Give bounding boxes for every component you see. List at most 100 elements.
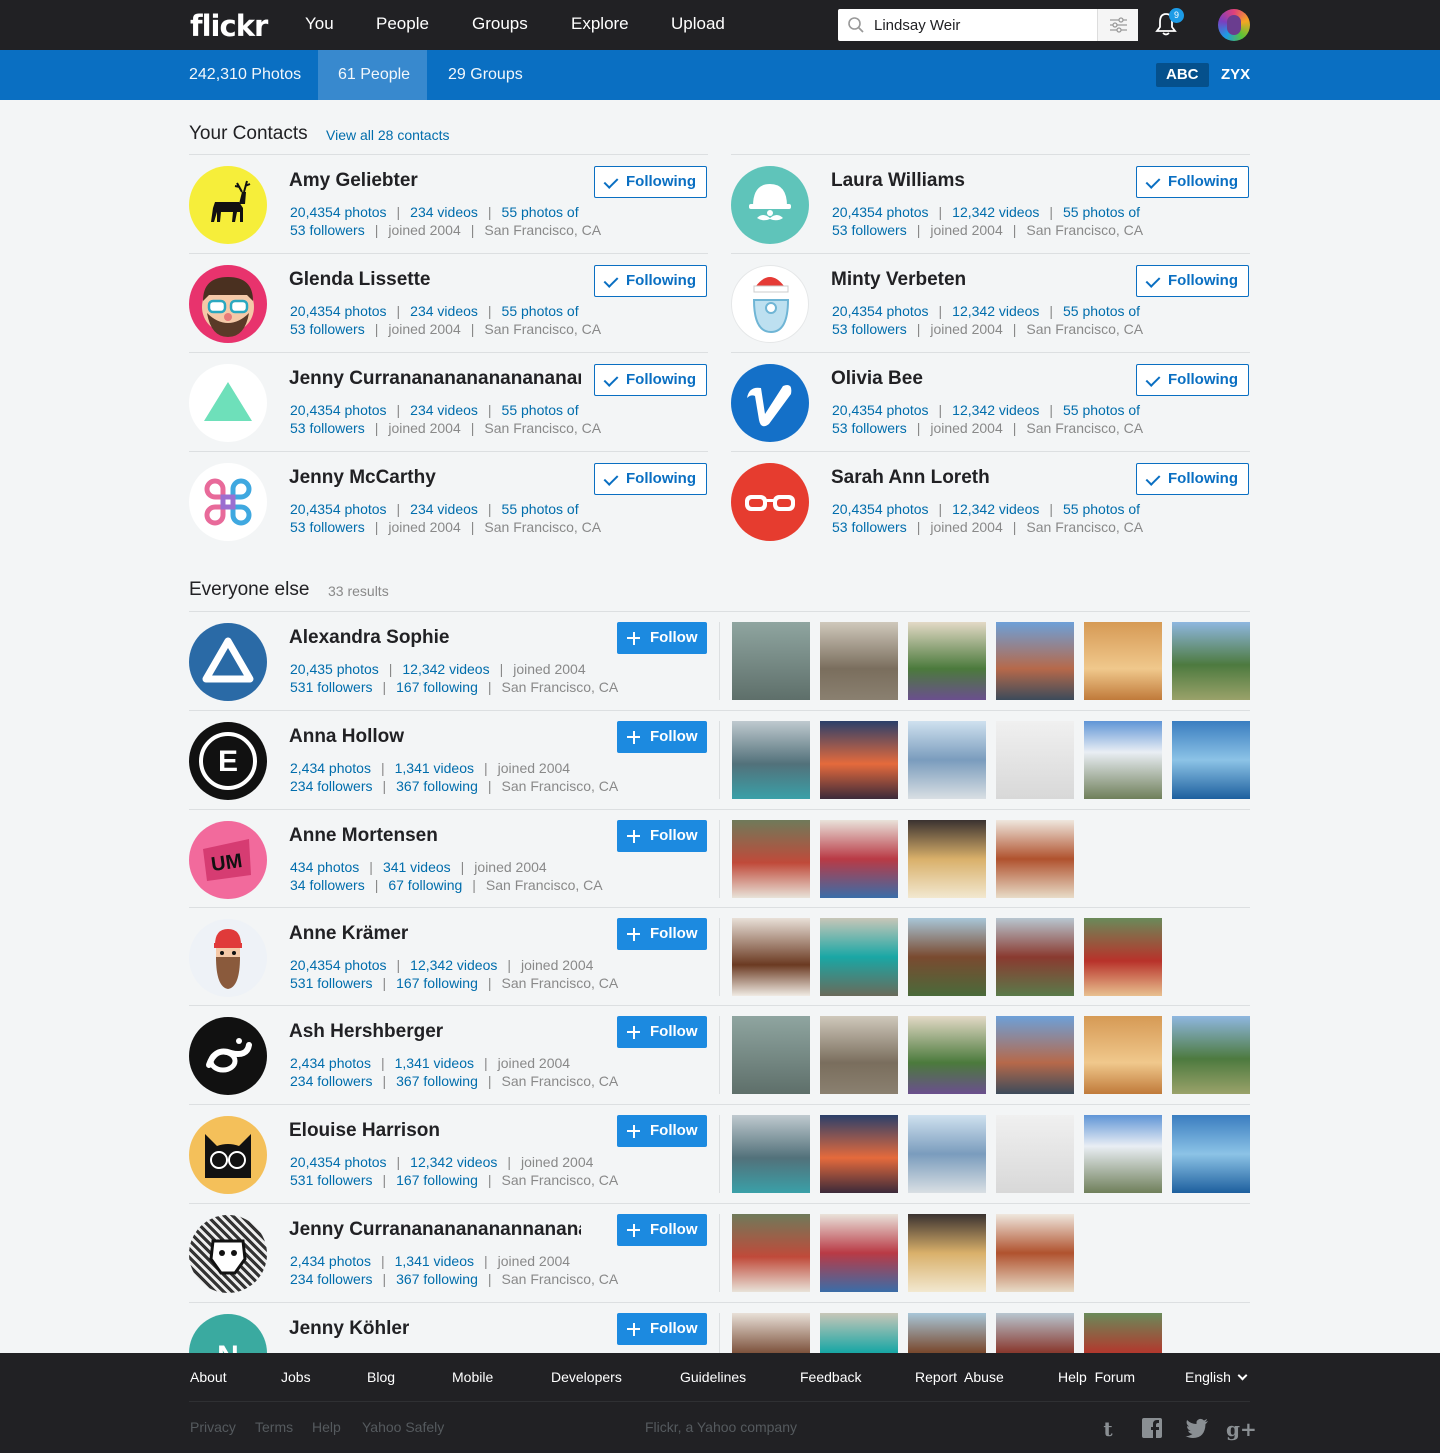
- photo-thumbnail[interactable]: [820, 1016, 898, 1094]
- photo-thumbnail[interactable]: [820, 820, 898, 898]
- avatar[interactable]: [189, 1215, 267, 1293]
- photo-thumbnail[interactable]: [1084, 1115, 1162, 1193]
- photo-thumbnail[interactable]: [996, 1016, 1074, 1094]
- follow-button[interactable]: Follow: [617, 918, 707, 950]
- photo-thumbnail[interactable]: [996, 1115, 1074, 1193]
- follow-button[interactable]: Follow: [617, 1313, 707, 1345]
- footer-help-forum-link[interactable]: Help Forum: [1058, 1369, 1135, 1385]
- nav-people[interactable]: People: [376, 14, 429, 34]
- following-button[interactable]: Following: [1136, 166, 1249, 198]
- photos-of-link[interactable]: 55 photos of: [502, 501, 579, 517]
- followers-count-link[interactable]: 234 followers: [290, 1073, 373, 1089]
- videos-count-link[interactable]: 12,342 videos: [410, 957, 497, 973]
- nav-explore[interactable]: Explore: [571, 14, 629, 34]
- avatar[interactable]: [189, 463, 267, 541]
- footer-blog-link[interactable]: Blog: [367, 1369, 395, 1385]
- photos-count-link[interactable]: 20,4354 photos: [290, 1154, 387, 1170]
- photos-of-link[interactable]: 55 photos of: [502, 303, 579, 319]
- following-count-link[interactable]: 367 following: [396, 1271, 478, 1287]
- photo-thumbnail[interactable]: [908, 820, 986, 898]
- contact-name[interactable]: Minty Verbeten: [831, 269, 966, 291]
- photos-of-link[interactable]: 55 photos of: [1063, 303, 1140, 319]
- google-plus-icon[interactable]: g+: [1226, 1417, 1257, 1441]
- avatar[interactable]: [189, 919, 267, 997]
- photo-thumbnail[interactable]: [908, 1214, 986, 1292]
- videos-count-link[interactable]: 234 videos: [410, 402, 478, 418]
- person-name[interactable]: Alexandra Sophie: [289, 627, 450, 649]
- follow-button[interactable]: Follow: [617, 1016, 707, 1048]
- videos-count-link[interactable]: 12,342 videos: [952, 303, 1039, 319]
- avatar[interactable]: [731, 265, 809, 343]
- photo-thumbnail[interactable]: [732, 918, 810, 996]
- footer-guidelines-link[interactable]: Guidelines: [680, 1369, 746, 1385]
- photos-count-link[interactable]: 2,434 photos: [290, 760, 371, 776]
- contact-name[interactable]: Glenda Lissette: [289, 269, 431, 291]
- footer-privacy-link[interactable]: Privacy: [190, 1419, 236, 1435]
- followers-count-link[interactable]: 53 followers: [290, 420, 365, 436]
- photo-thumbnail[interactable]: [1172, 622, 1250, 700]
- photo-thumbnail[interactable]: [1084, 721, 1162, 799]
- videos-count-link[interactable]: 341 videos: [383, 859, 451, 875]
- nav-groups[interactable]: Groups: [472, 14, 528, 34]
- followers-count-link[interactable]: 34 followers: [290, 877, 365, 893]
- videos-count-link[interactable]: 234 videos: [410, 303, 478, 319]
- photo-thumbnail[interactable]: [820, 918, 898, 996]
- photo-thumbnail[interactable]: [1172, 721, 1250, 799]
- person-name[interactable]: Elouise Harrison: [289, 1120, 440, 1142]
- avatar[interactable]: [189, 265, 267, 343]
- followers-count-link[interactable]: 531 followers: [290, 679, 373, 695]
- nav-upload[interactable]: Upload: [671, 14, 725, 34]
- followers-count-link[interactable]: 53 followers: [290, 519, 365, 535]
- person-name[interactable]: Ash Hershberger: [289, 1021, 443, 1043]
- followers-count-link[interactable]: 234 followers: [290, 1271, 373, 1287]
- photo-thumbnail[interactable]: [996, 622, 1074, 700]
- facebook-icon[interactable]: [1140, 1417, 1164, 1441]
- follow-button[interactable]: Follow: [617, 622, 707, 654]
- videos-count-link[interactable]: 12,342 videos: [952, 402, 1039, 418]
- contact-name[interactable]: Sarah Ann Loreth: [831, 467, 990, 489]
- photos-count-link[interactable]: 20,4354 photos: [832, 402, 929, 418]
- photo-thumbnail[interactable]: [996, 820, 1074, 898]
- avatar[interactable]: [731, 463, 809, 541]
- photo-thumbnail[interactable]: [996, 918, 1074, 996]
- photo-thumbnail[interactable]: [908, 1115, 986, 1193]
- avatar[interactable]: E: [189, 722, 267, 800]
- photos-count-link[interactable]: 2,434 photos: [290, 1253, 371, 1269]
- footer-about-link[interactable]: About: [190, 1369, 227, 1385]
- followers-count-link[interactable]: 53 followers: [290, 222, 365, 238]
- photos-count-link[interactable]: 20,4354 photos: [290, 402, 387, 418]
- photos-of-link[interactable]: 55 photos of: [502, 402, 579, 418]
- photo-thumbnail[interactable]: [732, 1016, 810, 1094]
- follow-button[interactable]: Follow: [617, 721, 707, 753]
- photo-thumbnail[interactable]: [1172, 1115, 1250, 1193]
- photo-thumbnail[interactable]: [1084, 1016, 1162, 1094]
- footer-help-link[interactable]: Help: [312, 1419, 341, 1435]
- contact-name[interactable]: Laura Williams: [831, 170, 965, 192]
- photo-thumbnail[interactable]: [732, 820, 810, 898]
- footer-feedback-link[interactable]: Feedback: [800, 1369, 861, 1385]
- following-count-link[interactable]: 367 following: [396, 778, 478, 794]
- footer-report-abuse-link[interactable]: Report Abuse: [915, 1369, 1004, 1385]
- photos-of-link[interactable]: 55 photos of: [1063, 402, 1140, 418]
- following-count-link[interactable]: 367 following: [396, 1073, 478, 1089]
- contact-name[interactable]: Amy Geliebter: [289, 170, 418, 192]
- photo-thumbnail[interactable]: [732, 622, 810, 700]
- followers-count-link[interactable]: 53 followers: [290, 321, 365, 337]
- following-button[interactable]: Following: [594, 364, 707, 396]
- followers-count-link[interactable]: 53 followers: [832, 420, 907, 436]
- videos-count-link[interactable]: 234 videos: [410, 501, 478, 517]
- followers-count-link[interactable]: 53 followers: [832, 321, 907, 337]
- photos-count-link[interactable]: 20,4354 photos: [290, 204, 387, 220]
- followers-count-link[interactable]: 531 followers: [290, 975, 373, 991]
- photo-thumbnail[interactable]: [908, 1016, 986, 1094]
- avatar[interactable]: [189, 1116, 267, 1194]
- following-button[interactable]: Following: [594, 166, 707, 198]
- avatar[interactable]: [189, 623, 267, 701]
- user-avatar[interactable]: [1218, 9, 1250, 41]
- footer-terms-link[interactable]: Terms: [255, 1419, 293, 1435]
- contact-name[interactable]: Jenny Currananananananananan...: [289, 368, 581, 390]
- tab-photos[interactable]: 242,310 Photos: [189, 50, 301, 100]
- sort-abc-button[interactable]: ABC: [1156, 63, 1209, 87]
- nav-you[interactable]: You: [305, 14, 334, 34]
- photo-thumbnail[interactable]: [1084, 622, 1162, 700]
